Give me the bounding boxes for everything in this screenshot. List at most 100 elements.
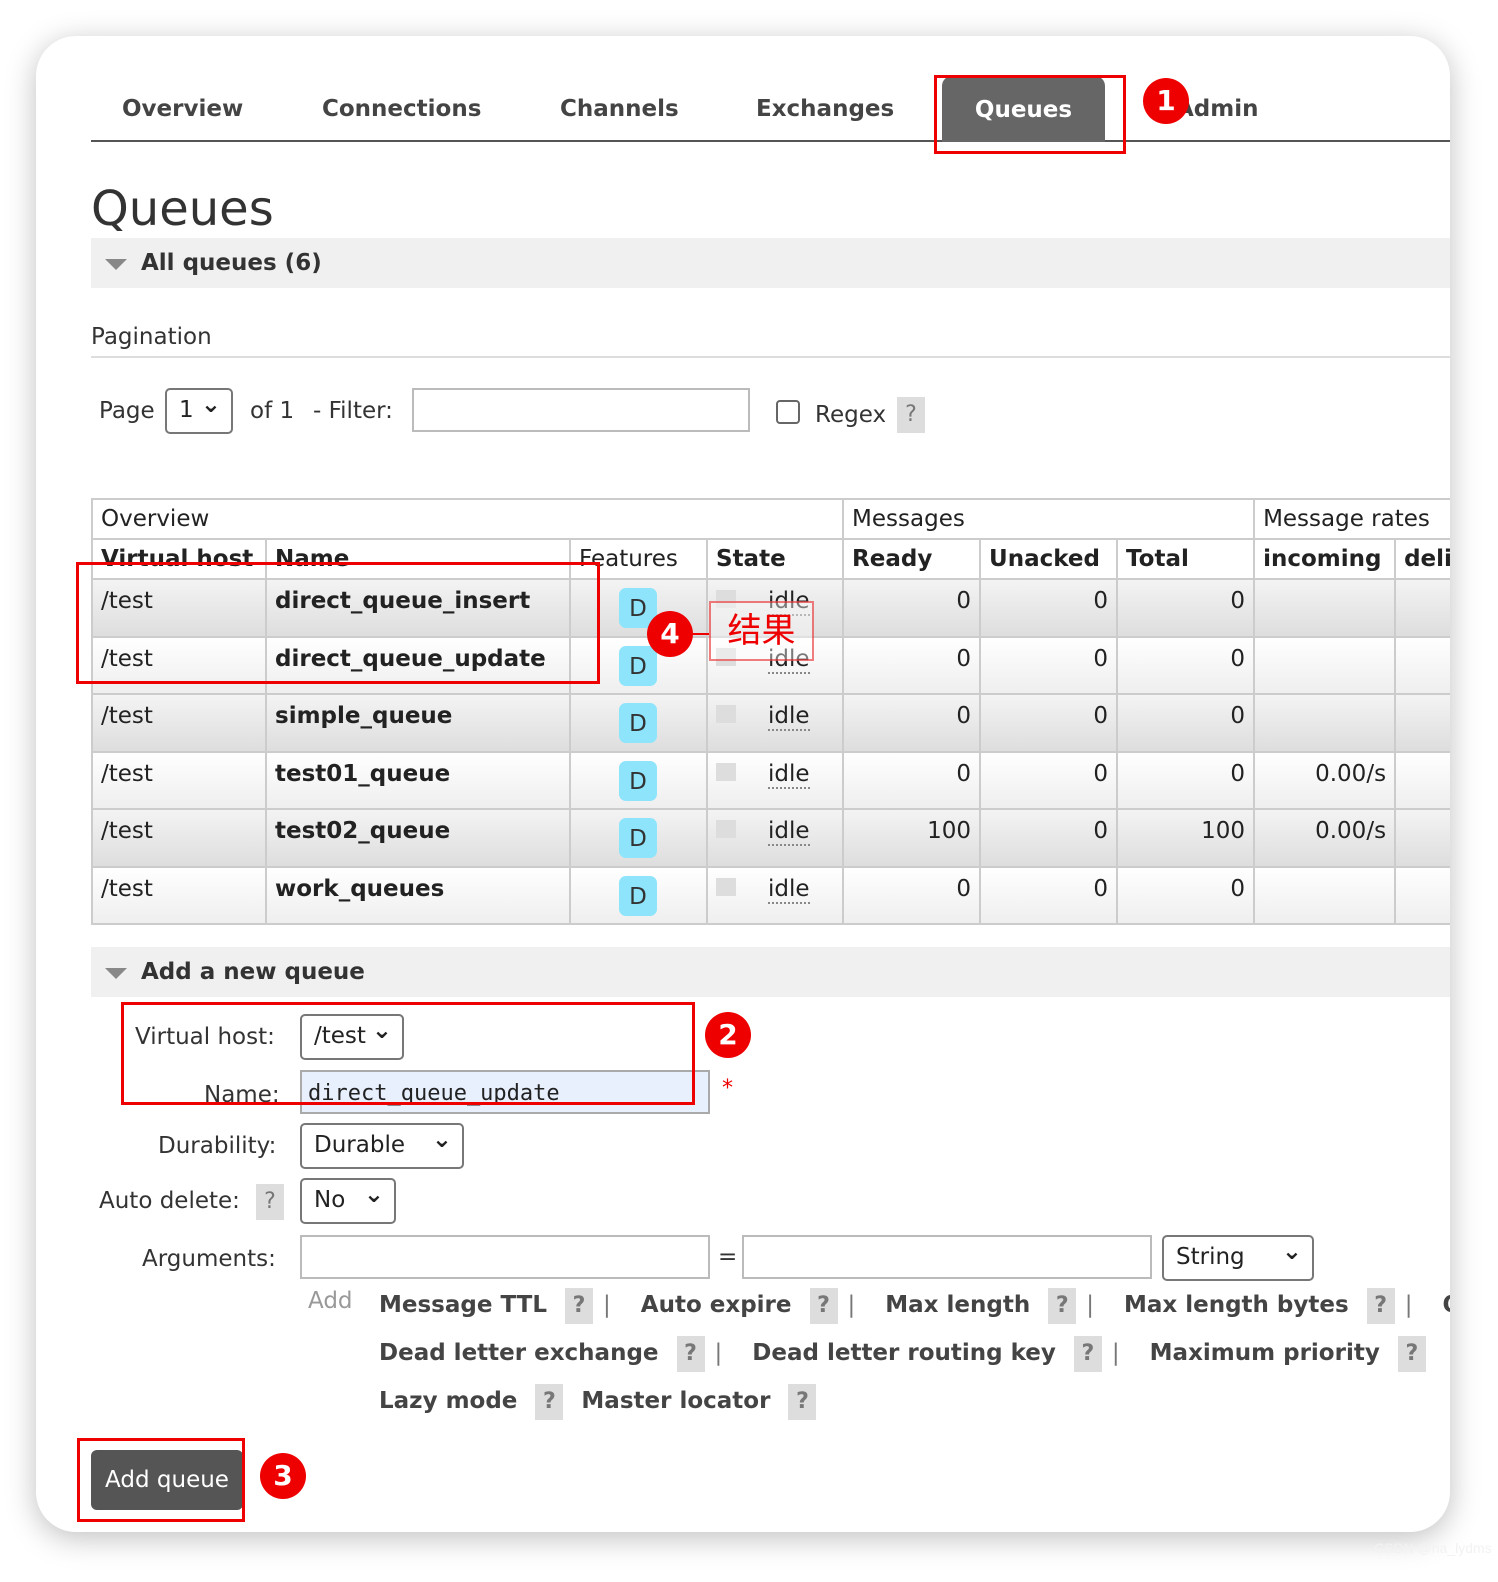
table-row[interactable]: /test work_queues D idle 0 0 0 xyxy=(91,865,1450,925)
arg-master-locator[interactable]: Master locator xyxy=(581,1388,770,1414)
argument-links-row-3: Lazy mode? Master locator? xyxy=(379,1384,826,1420)
durability-label: Durability: xyxy=(158,1133,277,1159)
annotation-marker-2: 2 xyxy=(705,1012,751,1058)
cell-total: 0 xyxy=(1116,578,1256,638)
page-value: 1 xyxy=(179,397,194,423)
cell-name[interactable]: work_queues xyxy=(265,865,571,925)
page-select[interactable]: 1 xyxy=(165,384,233,434)
argument-links-row-1: Message TTL? | Auto expire? | Max length? |… xyxy=(379,1288,1450,1324)
state-indicator-icon xyxy=(716,705,736,723)
auto-delete-label: Auto delete: xyxy=(99,1188,240,1214)
cell-vhost: /test xyxy=(91,750,267,810)
state-text: idle xyxy=(768,875,810,904)
arguments-label: Arguments: xyxy=(142,1246,276,1272)
tab-connections[interactable]: Connections xyxy=(322,96,481,122)
col-total[interactable]: Total xyxy=(1116,539,1256,580)
cell-total: 0 xyxy=(1116,635,1256,695)
arg-max-length[interactable]: Max length xyxy=(885,1292,1030,1318)
of-label: of 1 xyxy=(250,398,295,424)
group-messages: Messages xyxy=(842,498,1256,540)
add-argument-link[interactable]: Add xyxy=(308,1288,353,1314)
col-deliver[interactable]: deli xyxy=(1394,539,1450,580)
annotation-box-result-rows xyxy=(76,562,600,684)
page-card: Overview Connections Channels Exchanges … xyxy=(36,36,1450,1532)
cell-total: 0 xyxy=(1116,865,1256,925)
durability-select[interactable]: Durable xyxy=(300,1119,464,1169)
auto-delete-help-icon[interactable]: ? xyxy=(256,1184,284,1220)
cell-unacked: 0 xyxy=(979,750,1119,810)
add-queue-toggle[interactable]: Add a new queue xyxy=(91,947,1450,997)
table-row[interactable]: /test simple_queue D idle 0 0 0 xyxy=(91,693,1450,753)
page-title: Queues xyxy=(91,181,274,237)
cell-deliver xyxy=(1394,865,1450,925)
arg-maximum-priority[interactable]: Maximum priority xyxy=(1150,1340,1380,1366)
cell-name[interactable]: test01_queue xyxy=(265,750,571,810)
col-unacked[interactable]: Unacked xyxy=(979,539,1119,580)
auto-delete-select[interactable]: No xyxy=(300,1174,396,1224)
argument-type-select[interactable]: String xyxy=(1162,1231,1314,1281)
annotation-connector xyxy=(693,633,709,635)
regex-help-icon[interactable]: ? xyxy=(897,397,925,433)
col-ready[interactable]: Ready xyxy=(842,539,982,580)
cell-unacked: 0 xyxy=(979,808,1119,868)
cell-state: idle xyxy=(705,808,845,868)
arg-auto-expire[interactable]: Auto expire xyxy=(641,1292,792,1318)
group-message-rates: Message rates xyxy=(1253,498,1450,540)
all-queues-toggle[interactable]: All queues (6) xyxy=(91,238,1450,288)
cell-name[interactable]: simple_queue xyxy=(265,693,571,753)
annotation-marker-3: 3 xyxy=(260,1453,306,1499)
tab-overview[interactable]: Overview xyxy=(122,96,243,122)
pagination-title: Pagination xyxy=(91,324,212,350)
annotation-box-add-button xyxy=(77,1438,245,1522)
arg-overflow[interactable]: Ov xyxy=(1442,1292,1450,1318)
arg-dead-letter-routing-key[interactable]: Dead letter routing key xyxy=(752,1340,1056,1366)
argument-key-input[interactable] xyxy=(300,1235,710,1279)
cell-total: 0 xyxy=(1116,750,1256,810)
annotation-box-queues-tab xyxy=(934,75,1126,154)
cell-total: 0 xyxy=(1116,693,1256,753)
add-queue-title: Add a new queue xyxy=(141,959,365,985)
arg-max-length-bytes[interactable]: Max length bytes xyxy=(1124,1292,1349,1318)
page-label: Page xyxy=(99,398,155,424)
cell-features: D xyxy=(569,865,708,925)
argument-value-input[interactable] xyxy=(742,1235,1152,1279)
table-row[interactable]: /test test02_queue D idle 100 0 100 0.00… xyxy=(91,808,1450,868)
durable-badge: D xyxy=(619,645,657,686)
state-text: idle xyxy=(768,760,810,789)
cell-deliver xyxy=(1394,578,1450,638)
cell-ready: 0 xyxy=(842,635,982,695)
cell-ready: 100 xyxy=(842,808,982,868)
collapse-triangle-icon xyxy=(105,968,127,979)
col-incoming[interactable]: incoming xyxy=(1253,539,1397,580)
cell-deliver xyxy=(1394,693,1450,753)
cell-unacked: 0 xyxy=(979,693,1119,753)
state-text: idle xyxy=(768,818,810,846)
filter-label: - Filter: xyxy=(313,398,393,424)
state-indicator-icon xyxy=(716,877,736,896)
annotation-marker-4: 4 xyxy=(647,611,693,657)
argument-type-value: String xyxy=(1176,1244,1245,1270)
tab-channels[interactable]: Channels xyxy=(560,96,679,122)
state-text: idle xyxy=(768,703,810,731)
regex-checkbox[interactable] xyxy=(776,400,800,424)
cell-vhost: /test xyxy=(91,693,267,753)
cell-ready: 0 xyxy=(842,865,982,925)
arg-lazy-mode[interactable]: Lazy mode xyxy=(379,1388,517,1414)
cell-name[interactable]: test02_queue xyxy=(265,808,571,868)
tab-exchanges[interactable]: Exchanges xyxy=(756,96,894,122)
cell-features: D xyxy=(569,750,708,810)
group-overview: Overview xyxy=(90,498,845,540)
arg-message-ttl[interactable]: Message TTL xyxy=(379,1292,547,1318)
table-row[interactable]: /test test01_queue D idle 0 0 0 0.00/s xyxy=(91,750,1450,810)
arg-dead-letter-exchange[interactable]: Dead letter exchange xyxy=(379,1340,659,1366)
cell-total: 100 xyxy=(1116,808,1256,868)
cell-unacked: 0 xyxy=(979,578,1119,638)
cell-ready: 0 xyxy=(842,693,982,753)
col-state[interactable]: State xyxy=(705,539,845,580)
cell-vhost: /test xyxy=(91,865,267,925)
cell-state: idle xyxy=(705,693,845,753)
durability-value: Durable xyxy=(314,1132,405,1158)
cell-incoming xyxy=(1253,635,1397,695)
auto-delete-value: No xyxy=(314,1187,346,1213)
filter-input[interactable] xyxy=(412,388,750,432)
